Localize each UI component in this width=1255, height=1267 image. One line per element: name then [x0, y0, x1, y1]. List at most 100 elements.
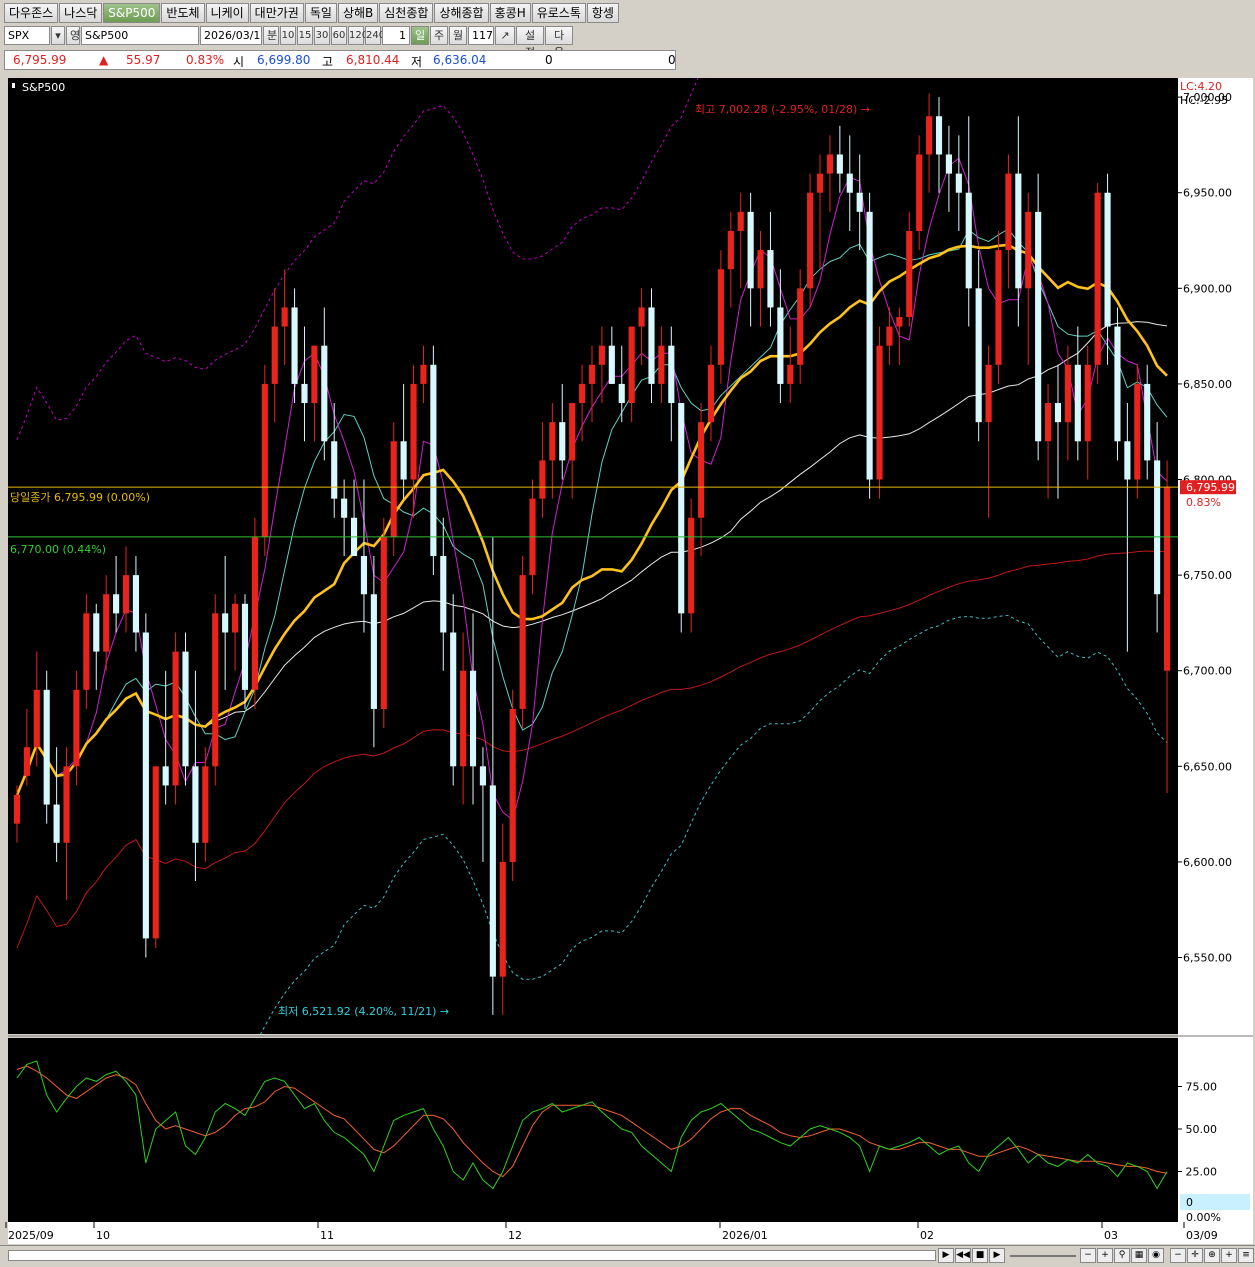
tab-7[interactable]: 상해B	[337, 3, 379, 23]
y-tick-label: 6,900.00	[1183, 282, 1232, 295]
price-panel-bg	[8, 78, 1178, 1034]
candle-body	[142, 632, 149, 939]
zoom-slider[interactable]	[1010, 1255, 1076, 1257]
scroll-right-icon[interactable]: ▶	[938, 1248, 954, 1263]
chart-tool-icon[interactable]: ↗	[495, 26, 515, 45]
y-tick-label: 6,650.00	[1183, 760, 1232, 773]
bars-field[interactable]: 117	[468, 26, 494, 45]
tab-5[interactable]: 대만가권	[249, 3, 304, 23]
price-chart-svg[interactable]: 7,000.006,950.006,900.006,850.006,800.00…	[0, 76, 1255, 1246]
count-field[interactable]: 1	[382, 26, 410, 45]
next-button[interactable]: 다음	[545, 26, 573, 59]
candle-body	[311, 345, 318, 404]
series-marker	[12, 83, 15, 88]
camera-icon[interactable]: ◉	[1148, 1248, 1164, 1263]
rewind-icon[interactable]: ◀◀	[955, 1248, 971, 1263]
tab-8[interactable]: 심천종합	[379, 3, 434, 23]
candle-body	[1015, 173, 1022, 289]
tab-6[interactable]: 독일	[304, 3, 337, 23]
scroll-bar[interactable]: ▶ ◀◀ ■ ▶ − + ⚲ ▦ ◉ − ✛ ⊕ + ≡	[0, 1245, 1255, 1265]
candle-body	[450, 632, 457, 767]
y-axis-bg	[1178, 78, 1253, 1222]
layout-icon[interactable]: ▦	[1131, 1248, 1147, 1263]
lc-label: LC:4.20	[1180, 80, 1222, 93]
stoch-y-tick-label: 50.00	[1186, 1123, 1218, 1136]
minus-icon[interactable]: −	[1170, 1248, 1186, 1263]
candle-body	[202, 766, 209, 843]
candle-body	[539, 460, 546, 499]
settings-button[interactable]: 설정	[516, 26, 544, 59]
candle-body	[688, 517, 695, 614]
menu-icon[interactable]: ≡	[1238, 1248, 1254, 1263]
period-button-30[interactable]: 30	[314, 26, 330, 45]
candle-body	[261, 383, 268, 537]
candle-body	[648, 307, 655, 384]
candle-body	[975, 288, 982, 423]
candle-body	[113, 594, 120, 614]
minute-button[interactable]: 분	[263, 26, 279, 45]
tab-4[interactable]: 니케이	[205, 3, 249, 23]
stop-icon[interactable]: ■	[972, 1248, 988, 1263]
tab-2[interactable]: S&P500	[103, 3, 161, 23]
candle-body	[618, 383, 625, 404]
candle-body	[1005, 173, 1012, 251]
period-button-240[interactable]: 240	[365, 26, 385, 45]
candle-body	[232, 603, 239, 633]
candle-body	[588, 364, 596, 384]
plus-icon[interactable]: +	[1221, 1248, 1237, 1263]
candle-body	[846, 173, 853, 193]
candle-body	[212, 613, 219, 767]
search-icon[interactable]: ⚲	[1114, 1248, 1130, 1263]
candle-body	[460, 670, 467, 767]
tab-11[interactable]: 유로스톡	[531, 3, 586, 23]
candle-body	[1025, 211, 1032, 289]
period-button-120[interactable]: 120	[348, 26, 368, 45]
tab-1[interactable]: 나스닥	[59, 3, 103, 23]
candle-body	[668, 345, 675, 404]
candle-body	[678, 403, 685, 614]
candle-body	[856, 192, 863, 212]
tab-10[interactable]: 홍콩H	[489, 3, 531, 23]
zoom-in-icon[interactable]: +	[1097, 1248, 1113, 1263]
candle-body	[906, 230, 913, 317]
candle-body	[251, 536, 258, 690]
tab-9[interactable]: 상해종합	[434, 3, 489, 23]
period-button-15[interactable]: 15	[297, 26, 313, 45]
candle-body	[410, 383, 417, 480]
tab-3[interactable]: 반도체	[161, 3, 205, 23]
candle-body	[767, 250, 774, 308]
date-field[interactable]: 2026/03/10	[200, 26, 262, 45]
low-value: 6,636.04	[433, 53, 487, 67]
tab-12[interactable]: 항셍	[586, 3, 619, 23]
candle-body	[628, 326, 635, 404]
week-button[interactable]: 주	[430, 26, 448, 45]
tab-0[interactable]: 다우존스	[4, 3, 59, 23]
candle-body	[33, 689, 40, 748]
y-tick-label: 6,850.00	[1183, 378, 1232, 391]
candle-body	[1044, 403, 1052, 442]
candle-body	[1114, 326, 1121, 442]
candle-body	[559, 422, 566, 461]
candle-body	[53, 804, 60, 843]
candle-body	[896, 317, 903, 327]
play-icon[interactable]: ▶	[989, 1248, 1005, 1263]
cross-icon[interactable]: ✛	[1187, 1248, 1203, 1263]
symbol-dropdown-icon[interactable]: ▾	[51, 26, 65, 45]
scroll-track[interactable]	[8, 1250, 936, 1261]
period-button-10[interactable]: 10	[280, 26, 296, 45]
candle-body	[281, 307, 288, 327]
candle-body	[93, 613, 100, 652]
chart-area[interactable]: 7,000.00 6,950.00 6,900.00 6,850.00 6,800.00…	[0, 76, 1255, 1246]
market-tabs: 다우존스 나스닥 S&P500 반도체 니케이 대만가권 독일 상해B 심천종합 상해종합 홍콩H 유…	[4, 3, 619, 23]
day-button[interactable]: 일	[411, 26, 429, 45]
x-tick-label: 10	[96, 1229, 110, 1242]
candle-body	[727, 230, 734, 270]
name-field[interactable]: S&P500	[81, 26, 199, 45]
zoom-out-icon[interactable]: −	[1080, 1248, 1096, 1263]
month-button[interactable]: 월	[449, 26, 467, 45]
candle-body	[73, 689, 80, 767]
symbol-field[interactable]: SPX	[4, 26, 50, 45]
name-prefix-button[interactable]: 영	[66, 26, 80, 45]
magnify-icon[interactable]: ⊕	[1204, 1248, 1220, 1263]
period-button-60[interactable]: 60	[331, 26, 347, 45]
